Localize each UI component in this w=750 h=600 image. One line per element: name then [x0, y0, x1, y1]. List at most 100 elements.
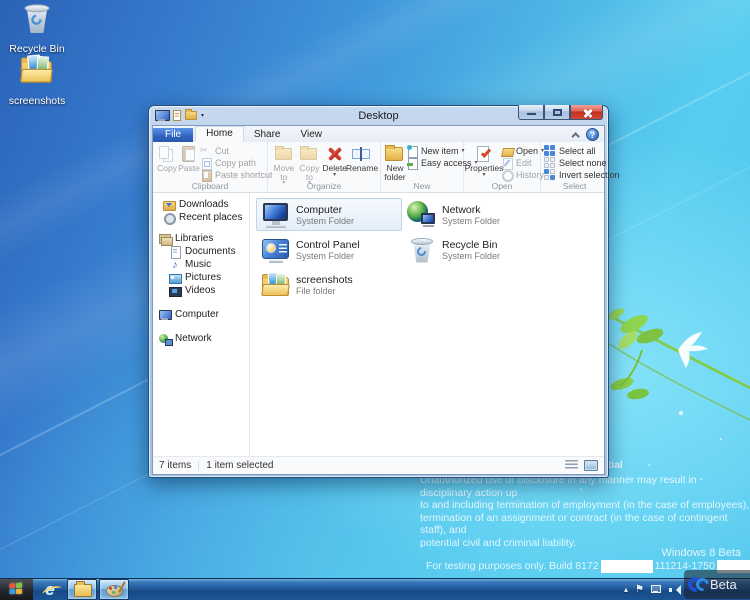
recycle-bin-icon — [406, 235, 438, 265]
close-button[interactable] — [570, 105, 603, 120]
maximize-button[interactable] — [544, 105, 570, 120]
computer-icon — [159, 309, 171, 321]
taskbar-item-paint[interactable] — [99, 579, 129, 600]
copy-button: Copy — [156, 144, 178, 173]
windows-flag-icon — [10, 582, 25, 596]
copy-to-button: Copy to ▾ — [297, 144, 323, 186]
folder-pictures-icon — [260, 270, 292, 300]
status-bar: 7 items 1 item selected — [153, 456, 604, 474]
select-all-button[interactable]: Select all — [544, 145, 620, 157]
new-folder-icon — [384, 145, 406, 163]
paste-button: Paste — [178, 144, 200, 173]
ribbon-tab-row: File Home Share View ? — [153, 126, 604, 142]
taskbar-item-internet-explorer[interactable]: e — [35, 579, 65, 600]
sidebar-item-recent-places[interactable]: Recent places — [153, 211, 249, 224]
window-system-icon[interactable] — [155, 110, 169, 121]
start-button[interactable] — [0, 579, 33, 600]
show-hidden-icons-button[interactable]: ▴ — [624, 586, 628, 594]
desktop-icon-screenshots[interactable]: screenshots — [4, 58, 70, 107]
pictures-icon — [169, 272, 181, 284]
sidebar-item-computer[interactable]: Computer — [153, 308, 249, 321]
file-list: ComputerSystem Folder NetworkSystem Fold… — [250, 193, 604, 456]
tab-view[interactable]: View — [291, 128, 333, 142]
downloads-icon — [163, 199, 175, 211]
title-bar[interactable]: ▾ Desktop — [152, 106, 605, 125]
select-all-icon — [544, 145, 556, 157]
recent-places-icon — [163, 212, 175, 224]
volume-tray-icon[interactable] — [669, 585, 680, 594]
desktop-icon-recycle-bin[interactable]: Recycle Bin — [4, 6, 70, 55]
taskbar: e ▴ ⚑ — [0, 578, 750, 600]
documents-icon — [169, 246, 181, 258]
control-panel-icon — [260, 235, 292, 265]
videos-icon — [169, 285, 181, 297]
file-item-computer[interactable]: ComputerSystem Folder — [256, 198, 402, 231]
watermark-build-text: For testing purposes only. Build 8172 — [426, 560, 599, 573]
recycle-bin-icon — [19, 1, 56, 36]
watermark-line: to and including termination of employme… — [420, 499, 750, 512]
close-icon — [583, 108, 592, 117]
sidebar-item-pictures[interactable]: Pictures — [153, 271, 249, 284]
rename-icon — [351, 145, 373, 163]
new-folder-button[interactable]: New folder — [384, 144, 406, 181]
open-button[interactable]: Open ▾ — [501, 145, 544, 157]
delete-button[interactable]: Delete ▾ — [322, 144, 347, 178]
watermark-line: termination of an assignment or contract… — [420, 512, 750, 537]
qat-dropdown-icon[interactable]: ▾ — [201, 112, 204, 119]
sidebar-item-documents[interactable]: Documents — [153, 245, 249, 258]
explorer-window: ▾ Desktop File Home Share View ? — [148, 105, 609, 478]
edit-button: Edit — [501, 157, 544, 169]
sidebar-item-music[interactable]: ♪ Music — [153, 258, 249, 271]
group-label-new: New — [381, 180, 463, 192]
history-icon — [501, 169, 513, 181]
minimize-ribbon-icon[interactable] — [571, 132, 579, 140]
icons-view-button[interactable] — [584, 460, 598, 471]
computer-icon — [260, 200, 292, 230]
copy-icon — [156, 145, 178, 163]
copy-to-icon — [298, 145, 320, 163]
edit-icon — [501, 157, 513, 169]
sidebar-item-videos[interactable]: Videos — [153, 284, 249, 297]
ribbon-group-new: New folder New item ▾ Easy access ▾ — [381, 142, 464, 192]
music-icon: ♪ — [169, 259, 181, 271]
ribbon-group-open: Properties ▾ Open ▾ Edit — [464, 142, 541, 192]
tab-file[interactable]: File — [153, 128, 193, 142]
ribbon-group-select: Select all Select none Invert selection … — [541, 142, 608, 192]
pcbeta-watermark: Beta — [684, 570, 750, 599]
network-icon — [159, 333, 171, 345]
tab-home[interactable]: Home — [195, 126, 244, 142]
group-label-open: Open — [464, 180, 540, 192]
action-center-flag-icon[interactable]: ⚑ — [635, 586, 644, 594]
network-tray-icon[interactable] — [651, 585, 662, 594]
properties-button[interactable]: Properties ▾ — [467, 144, 501, 178]
pcbeta-text: Beta — [710, 577, 737, 592]
rename-button[interactable]: Rename — [347, 144, 377, 173]
taskbar-item-file-explorer[interactable] — [67, 579, 97, 600]
group-label-select: Select — [541, 180, 608, 192]
network-icon — [406, 200, 438, 230]
file-item-control-panel[interactable]: Control PanelSystem Folder — [256, 233, 402, 266]
qat-new-item-icon[interactable] — [173, 110, 181, 121]
watermark-edition: Windows 8 Beta — [662, 547, 741, 560]
copy-path-button: Copy path — [200, 157, 273, 169]
file-explorer-icon — [74, 584, 91, 596]
invert-selection-icon — [544, 169, 556, 181]
paste-shortcut-icon — [200, 169, 212, 181]
history-button: History — [501, 169, 544, 181]
file-item-network[interactable]: NetworkSystem Folder — [402, 198, 548, 231]
file-item-screenshots[interactable]: screenshotsFile folder — [256, 268, 402, 301]
help-icon[interactable]: ? — [586, 128, 599, 141]
details-view-button[interactable] — [565, 460, 578, 471]
sidebar-item-libraries[interactable]: Libraries — [153, 232, 249, 245]
sidebar-item-downloads[interactable]: Downloads — [153, 198, 249, 211]
new-item-icon — [406, 145, 418, 157]
qat-folder-icon[interactable] — [185, 111, 197, 120]
cut-icon: ✂ — [200, 145, 212, 157]
select-none-button[interactable]: Select none — [544, 157, 620, 169]
file-item-recycle-bin[interactable]: Recycle BinSystem Folder — [402, 233, 548, 266]
minimize-button[interactable] — [518, 105, 544, 120]
paint-icon — [106, 584, 123, 596]
sidebar-item-network[interactable]: Network — [153, 332, 249, 345]
move-to-icon — [273, 145, 295, 163]
tab-share[interactable]: Share — [244, 128, 291, 142]
